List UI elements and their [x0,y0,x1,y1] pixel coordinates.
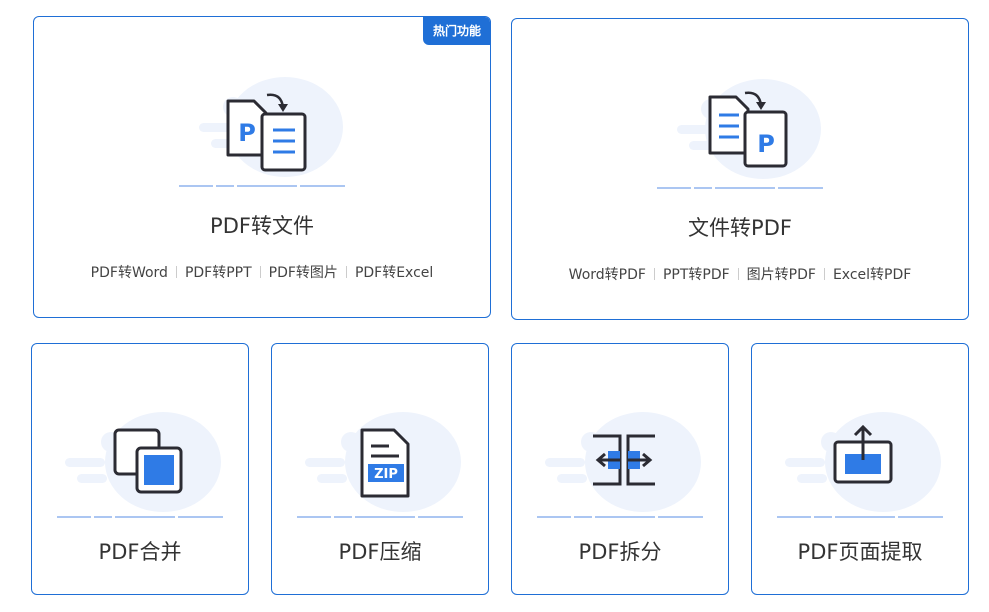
merge-icon [57,412,223,518]
zip-label: ZIP [374,467,398,482]
card-pdf-merge[interactable]: PDF合并 [31,343,249,595]
link-pdf-to-image[interactable]: PDF转图片 [261,262,346,282]
link-pdf-to-ppt[interactable]: PDF转PPT [177,262,260,282]
file-to-pdf-icon: P [657,79,823,189]
card-pdf-compress[interactable]: ZIP PDF压缩 [271,343,489,595]
card-file-to-pdf[interactable]: P 文件转PDF Word转PDF PPT转PDF 图片转PDF Excel转P… [511,18,969,320]
pdf-to-file-icon: P [179,77,345,187]
zip-file-icon: ZIP [297,412,463,518]
card-title: PDF压缩 [338,540,422,564]
card-title: 文件转PDF [688,216,792,240]
link-image-to-pdf[interactable]: 图片转PDF [739,264,824,284]
page-extract-icon [777,412,943,518]
card-title: PDF合并 [98,540,182,564]
sub-links: Word转PDF PPT转PDF 图片转PDF Excel转PDF [512,264,968,284]
card-title: PDF页面提取 [797,540,923,564]
link-pdf-to-word[interactable]: PDF转Word [83,262,176,282]
link-word-to-pdf[interactable]: Word转PDF [561,264,654,284]
link-pdf-to-excel[interactable]: PDF转Excel [347,262,441,282]
svg-text:P: P [757,130,775,158]
svg-text:P: P [238,119,256,147]
card-title: PDF拆分 [578,540,662,564]
card-pdf-split[interactable]: PDF拆分 [511,343,729,595]
card-pdf-page-extract[interactable]: PDF页面提取 [751,343,969,595]
link-excel-to-pdf[interactable]: Excel转PDF [825,264,919,284]
card-pdf-to-file[interactable]: 热门功能 P PDF转文件 PDF转Word PDF转PPT PDF转图片 PD… [33,16,491,318]
link-ppt-to-pdf[interactable]: PPT转PDF [655,264,738,284]
sub-links: PDF转Word PDF转PPT PDF转图片 PDF转Excel [34,262,490,282]
hot-feature-badge: 热门功能 [422,17,490,45]
split-icon [537,412,703,518]
card-title: PDF转文件 [210,214,314,238]
